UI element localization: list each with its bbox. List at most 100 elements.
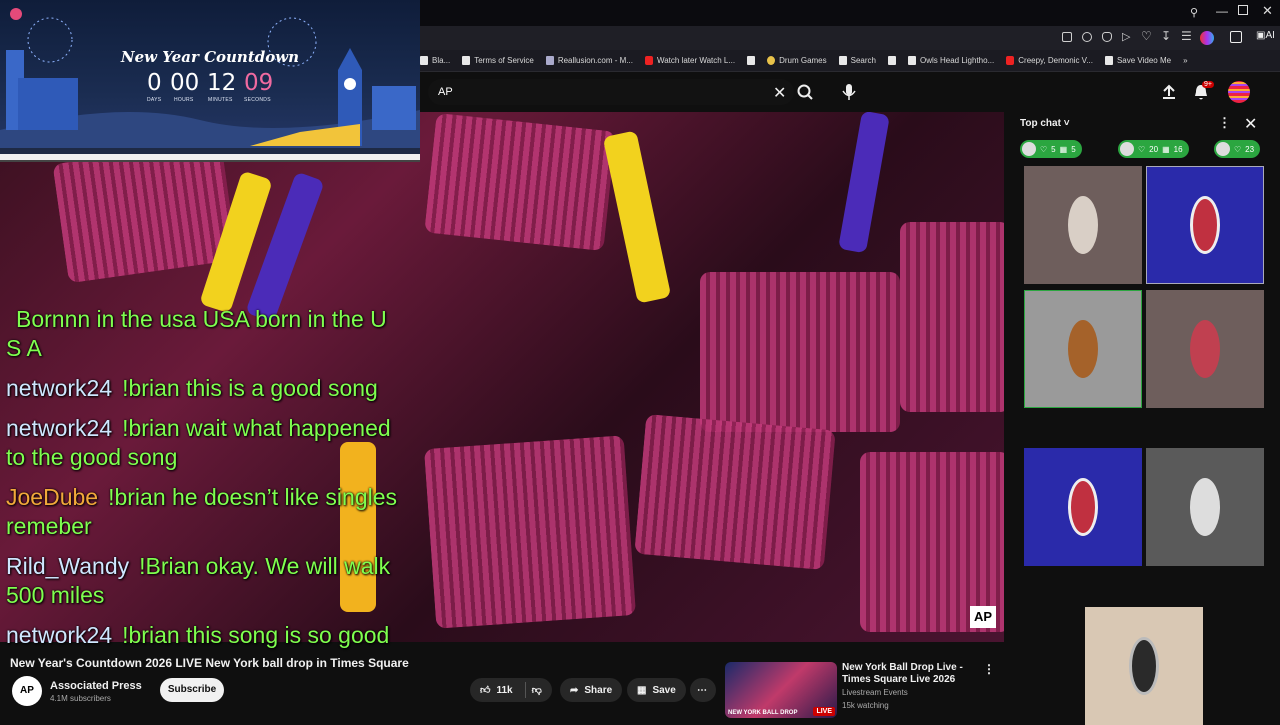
bookmark-label: Watch later Watch L... xyxy=(656,56,736,65)
sticker-tile[interactable] xyxy=(1024,448,1142,566)
avatar xyxy=(1216,142,1230,156)
more-vertical-icon[interactable]: ⋮ xyxy=(1218,115,1231,131)
close-window-button[interactable]: ✕ xyxy=(1262,3,1273,19)
voice-search-button[interactable] xyxy=(836,79,862,105)
drum-icon xyxy=(767,56,776,65)
avatar xyxy=(1022,142,1036,156)
hours-label: HOURS xyxy=(174,97,194,103)
close-icon[interactable]: ✕ xyxy=(1244,114,1257,134)
microphone-icon xyxy=(842,84,856,100)
subscribe-button[interactable]: Subscribe xyxy=(160,678,224,702)
share-button[interactable]: ➦ Share xyxy=(560,678,623,702)
sticker-tile[interactable] xyxy=(1085,607,1203,725)
bookmark-icon: ▦ xyxy=(637,684,647,696)
thumbs-down-icon[interactable]: 👎︎ xyxy=(532,684,542,696)
menu-icon[interactable]: ☰ xyxy=(1181,29,1192,43)
account-avatar[interactable] xyxy=(1228,81,1250,103)
heart-icon[interactable]: ♡ xyxy=(1141,29,1152,43)
maximize-button[interactable] xyxy=(1238,5,1248,15)
recommended-title[interactable]: New York Ball Drop Live - Times Square L… xyxy=(842,662,982,686)
save-button[interactable]: ▦ Save xyxy=(627,678,686,702)
edit-icon[interactable] xyxy=(1062,32,1072,42)
countdown-minutes: 12 xyxy=(207,70,237,96)
sticker-tile[interactable] xyxy=(1024,290,1142,408)
bookmark-item[interactable] xyxy=(887,56,896,65)
cube-icon[interactable] xyxy=(1230,31,1242,43)
bookmark-item[interactable]: Reallusion.com - M... xyxy=(545,56,633,65)
gift-count: 5 xyxy=(1051,144,1056,154)
clear-search-icon[interactable]: ✕ xyxy=(773,83,786,103)
bookmark-item[interactable]: Save Video Me xyxy=(1104,56,1171,65)
seconds-label: SECONDS xyxy=(244,97,271,103)
search-icon xyxy=(797,84,813,100)
countdown-title: New Year Countdown xyxy=(120,48,300,66)
subscriber-count: 4.1M subscribers xyxy=(50,694,111,703)
search-input[interactable] xyxy=(438,84,738,100)
bookmark-item[interactable]: Owls Head Lightho... xyxy=(907,56,995,65)
youtube-header: ✕ 9+ xyxy=(420,72,1280,112)
bookmark-item[interactable]: Creepy, Demonic V... xyxy=(1006,56,1093,65)
play-icon[interactable]: ▷ xyxy=(1122,30,1130,43)
download-icon[interactable]: ↧ xyxy=(1161,29,1171,43)
bookmark-item[interactable]: Drum Games xyxy=(767,56,827,65)
chat-icon: ▦ xyxy=(1162,144,1170,154)
thumbs-up-icon: 👍︎ xyxy=(480,685,491,696)
chat-mode-dropdown[interactable]: Top chat ˅ xyxy=(1020,118,1070,129)
page-icon xyxy=(838,56,847,65)
sticker-tile[interactable] xyxy=(1024,166,1142,284)
gift-pill[interactable]: ♡ 23 xyxy=(1214,140,1261,158)
camera-icon[interactable] xyxy=(1082,32,1092,42)
gift-count: 20 xyxy=(1149,144,1159,154)
ap-watermark: AP xyxy=(970,606,996,628)
chat-message: Bornnn in the usa USA born in the U S A xyxy=(6,305,406,363)
balloon-stick xyxy=(602,130,672,304)
more-actions-button[interactable]: ⋯ xyxy=(690,678,716,702)
live-chat-panel: Top chat ˅ ⋮ ✕ ♡ 5 ▦ 5 ♡ 20 ▦ 16 ♡ 23 xyxy=(1004,110,1280,725)
chat-username: network24 xyxy=(6,415,113,441)
more-vertical-icon[interactable]: ⋮ xyxy=(983,662,995,676)
chat-text: !brian this song is so good xyxy=(122,622,390,648)
bookmark-label: Bla... xyxy=(432,56,451,65)
bookmark-item[interactable]: Watch later Watch L... xyxy=(644,56,736,65)
ai-button[interactable]: ▣AI xyxy=(1256,30,1275,41)
countdown-seconds: 09 xyxy=(244,70,274,96)
minutes-label: MINUTES xyxy=(208,97,233,103)
search-box: ✕ xyxy=(428,79,794,105)
crowd-hat xyxy=(634,413,836,571)
upload-icon[interactable] xyxy=(1160,83,1178,101)
bookmark-label: Owls Head Lightho... xyxy=(919,56,995,65)
countdown-footer-links xyxy=(0,154,420,160)
extension-icon[interactable] xyxy=(1200,31,1214,45)
gift-count: 16 xyxy=(1173,144,1183,154)
more-bookmarks-icon[interactable]: » xyxy=(1183,56,1187,65)
like-icon: ♡ xyxy=(1040,144,1048,154)
chat-message: network24 !brian this song is so good xyxy=(6,621,406,650)
search-button[interactable] xyxy=(792,79,818,105)
like-button[interactable]: 👍︎ 11k 👎︎ xyxy=(470,678,552,702)
chat-mode-label: Top chat xyxy=(1020,118,1061,129)
minimize-button[interactable]: — xyxy=(1216,4,1228,18)
sticker-tile[interactable] xyxy=(1146,166,1264,284)
bookmark-item[interactable] xyxy=(747,56,756,65)
search-icon[interactable]: ⚲ xyxy=(1190,6,1198,19)
sticker-tile[interactable] xyxy=(1146,448,1264,566)
channel-name[interactable]: Associated Press xyxy=(50,680,142,692)
chat-username: Rild_Wandy xyxy=(6,553,130,579)
bookmark-label: Reallusion.com - M... xyxy=(557,56,633,65)
shield-icon[interactable] xyxy=(1102,32,1112,42)
chat-username: network24 xyxy=(6,375,113,401)
chat-overlay: Bornnn in the usa USA born in the U S A … xyxy=(6,305,406,661)
bookmark-item[interactable]: Search xyxy=(838,56,876,65)
bookmark-label: Search xyxy=(850,56,876,65)
bookmark-item[interactable]: Terms of Service xyxy=(462,56,534,65)
gift-pill[interactable]: ♡ 5 ▦ 5 xyxy=(1020,140,1082,158)
more-horizontal-icon: ⋯ xyxy=(697,684,707,696)
bookmark-item[interactable]: Bla... xyxy=(420,56,450,65)
sticker-tile[interactable] xyxy=(1146,290,1264,408)
notification-badge: 9+ xyxy=(1202,81,1214,88)
gift-pill[interactable]: ♡ 20 ▦ 16 xyxy=(1118,140,1189,158)
bookmark-label: Terms of Service xyxy=(474,56,534,65)
bookmark-label: Creepy, Demonic V... xyxy=(1018,56,1093,65)
channel-avatar[interactable]: AP xyxy=(12,676,42,706)
recommended-thumbnail[interactable]: NEW YORK BALL DROP LIVE xyxy=(725,662,837,718)
